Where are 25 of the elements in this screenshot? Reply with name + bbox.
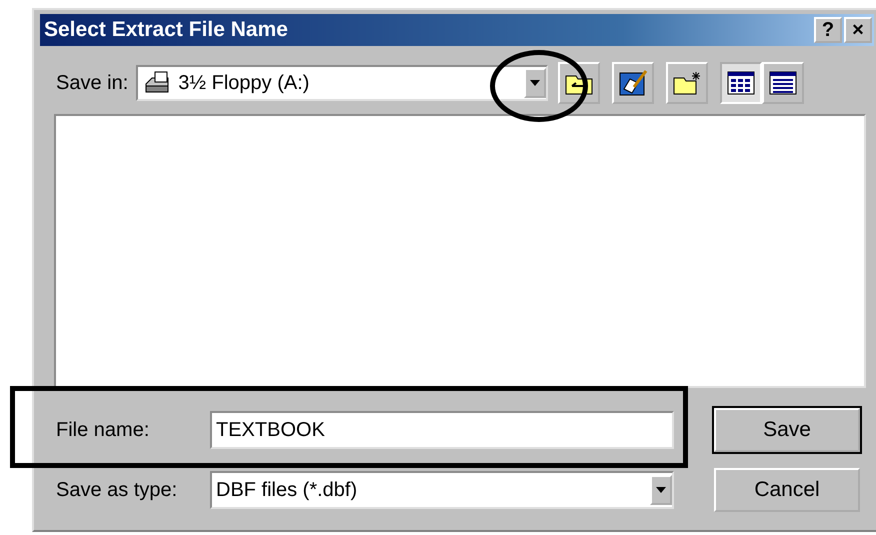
list-view-icon	[727, 71, 756, 95]
dropdown-arrow-icon	[530, 80, 540, 86]
new-folder-button[interactable]	[666, 62, 708, 104]
save-as-type-dropdown[interactable]: DBF files (*.dbf)	[210, 471, 674, 509]
desktop-button[interactable]	[612, 62, 654, 104]
view-button[interactable]	[720, 62, 762, 104]
dropdown-arrow-icon	[656, 487, 666, 493]
file-name-field[interactable]: TEXTBOOK	[210, 411, 674, 449]
desktop-pencil-icon	[618, 69, 648, 97]
save-button[interactable]: Save	[714, 408, 860, 452]
file-name-label: File name:	[56, 418, 150, 442]
save-in-dropdown[interactable]: 3½ Floppy (A:)	[136, 65, 548, 101]
details-view-icon	[769, 71, 798, 95]
dropdown-button[interactable]	[650, 475, 672, 505]
help-button[interactable]: ?	[814, 17, 842, 43]
dropdown-button[interactable]	[524, 68, 546, 98]
save-in-value: 3½ Floppy (A:)	[178, 72, 310, 94]
view-button[interactable]	[762, 62, 804, 104]
save-as-type-value: DBF files (*.dbf)	[216, 478, 358, 502]
window-title: Select Extract File Name	[44, 18, 289, 42]
new-folder-icon	[672, 70, 702, 96]
save-as-type-label: Save as type:	[56, 478, 178, 502]
close-button[interactable]: ×	[844, 17, 872, 43]
save-in-label: Save in:	[56, 72, 128, 94]
cancel-button[interactable]: Cancel	[714, 468, 860, 512]
